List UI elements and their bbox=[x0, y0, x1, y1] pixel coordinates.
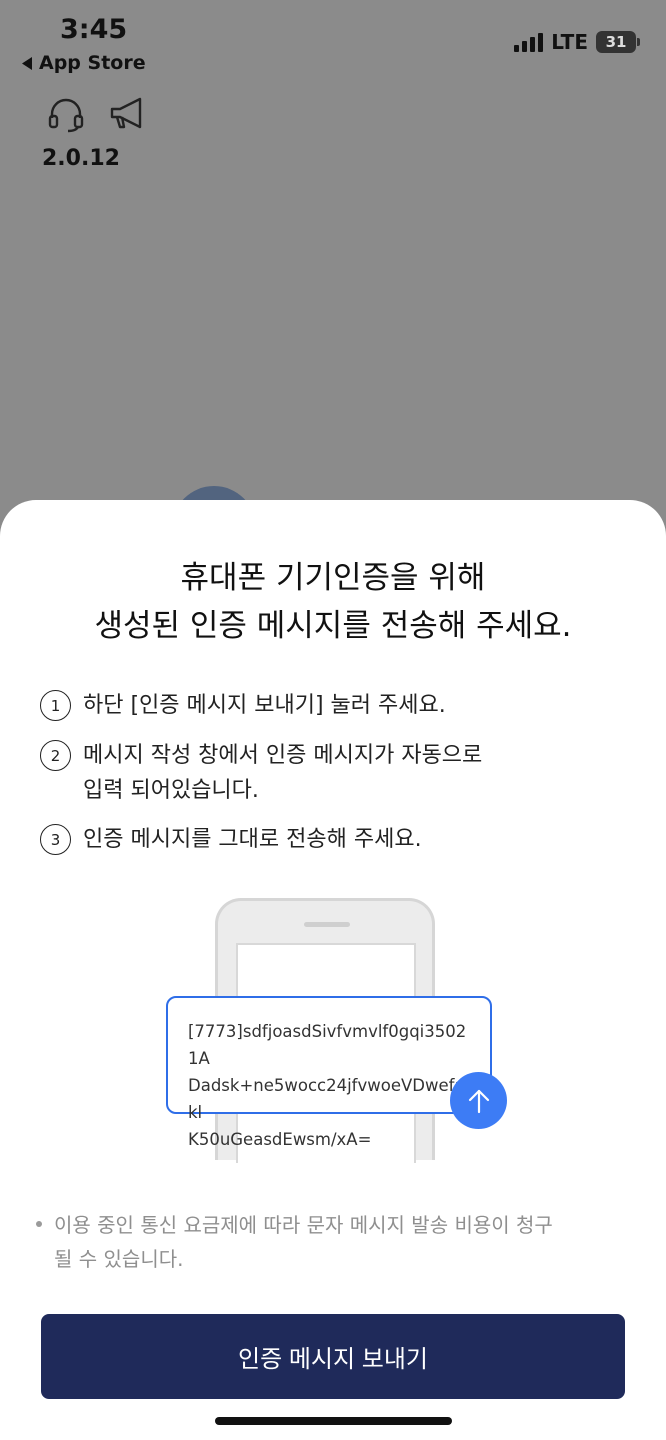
sheet-title-line2: 생성된 인증 메시지를 전송해 주세요. bbox=[94, 608, 572, 644]
send-arrow-illustration bbox=[450, 1072, 507, 1129]
notice-line: 이용 중인 통신 요금제에 따라 문자 메시지 발송 비용이 청구 bbox=[54, 1213, 553, 1237]
phone-speaker bbox=[304, 922, 350, 927]
headset-icon[interactable] bbox=[46, 94, 86, 134]
message-preview-bubble: [7773]sdfjoasdSivfvmvlf0gqi35021A Dadsk+… bbox=[166, 996, 492, 1149]
step-text: 하단 [인증 메시지 보내기] 눌러 주세요. bbox=[83, 688, 446, 723]
battery-icon: 31 bbox=[596, 31, 640, 53]
step-text: 인증 메시지를 그대로 전송해 주세요. bbox=[83, 822, 422, 857]
step-line: 입력 되어있습니다. bbox=[83, 778, 259, 803]
step-item: 2 메시지 작성 창에서 인증 메시지가 자동으로 입력 되어있습니다. bbox=[40, 740, 482, 808]
back-to-app-store[interactable]: App Store bbox=[22, 52, 146, 74]
message-line: K50uGeasdEwsm/xA= bbox=[188, 1130, 372, 1149]
sheet-title-line1: 휴대폰 기기인증을 위해 bbox=[180, 560, 486, 596]
step-line: 인증 메시지를 그대로 전송해 주세요. bbox=[83, 827, 422, 852]
message-preview-text: [7773]sdfjoasdSivfvmvlf0gqi35021A Dadsk+… bbox=[188, 1018, 472, 1153]
status-indicators: LTE 31 bbox=[514, 30, 640, 54]
billing-notice: 이용 중인 통신 요금제에 따라 문자 메시지 발송 비용이 청구 될 수 있습… bbox=[36, 1208, 626, 1276]
back-triangle-icon bbox=[22, 56, 32, 70]
app-version: 2.0.12 bbox=[42, 146, 120, 171]
signal-icon bbox=[514, 32, 544, 52]
bullet-icon bbox=[36, 1221, 42, 1227]
network-label: LTE bbox=[551, 30, 588, 54]
step-line: 하단 [인증 메시지 보내기] 눌러 주세요. bbox=[83, 693, 446, 718]
step-text: 메시지 작성 창에서 인증 메시지가 자동으로 입력 되어있습니다. bbox=[83, 738, 482, 808]
home-indicator[interactable] bbox=[215, 1417, 452, 1425]
screen: 3:45 App Store LTE 31 2.0.12 휴대폰 기기인증을 위… bbox=[0, 0, 666, 1440]
battery-level: 31 bbox=[605, 33, 627, 51]
step-item: 1 하단 [인증 메시지 보내기] 눌러 주세요. bbox=[40, 690, 446, 723]
message-line: [7773]sdfjoasdSivfvmvlf0gqi35021A bbox=[188, 1022, 467, 1068]
notice-text: 이용 중인 통신 요금제에 따라 문자 메시지 발송 비용이 청구 될 수 있습… bbox=[54, 1208, 553, 1276]
step-number-icon: 3 bbox=[40, 824, 71, 855]
app-header-icons bbox=[46, 94, 148, 134]
back-label: App Store bbox=[39, 52, 146, 74]
step-number-icon: 2 bbox=[40, 740, 71, 771]
status-time: 3:45 bbox=[60, 14, 128, 45]
step-line: 메시지 작성 창에서 인증 메시지가 자동으로 bbox=[83, 743, 483, 768]
megaphone-icon[interactable] bbox=[108, 94, 148, 134]
step-item: 3 인증 메시지를 그대로 전송해 주세요. bbox=[40, 824, 422, 857]
send-verification-message-button[interactable]: 인증 메시지 보내기 bbox=[41, 1314, 625, 1399]
notice-line: 될 수 있습니다. bbox=[54, 1247, 184, 1271]
step-number-icon: 1 bbox=[40, 690, 71, 721]
message-line: Dadsk+ne5wocc24jfvwoeVDwefakl bbox=[188, 1076, 465, 1122]
arrow-up-icon bbox=[468, 1089, 489, 1113]
